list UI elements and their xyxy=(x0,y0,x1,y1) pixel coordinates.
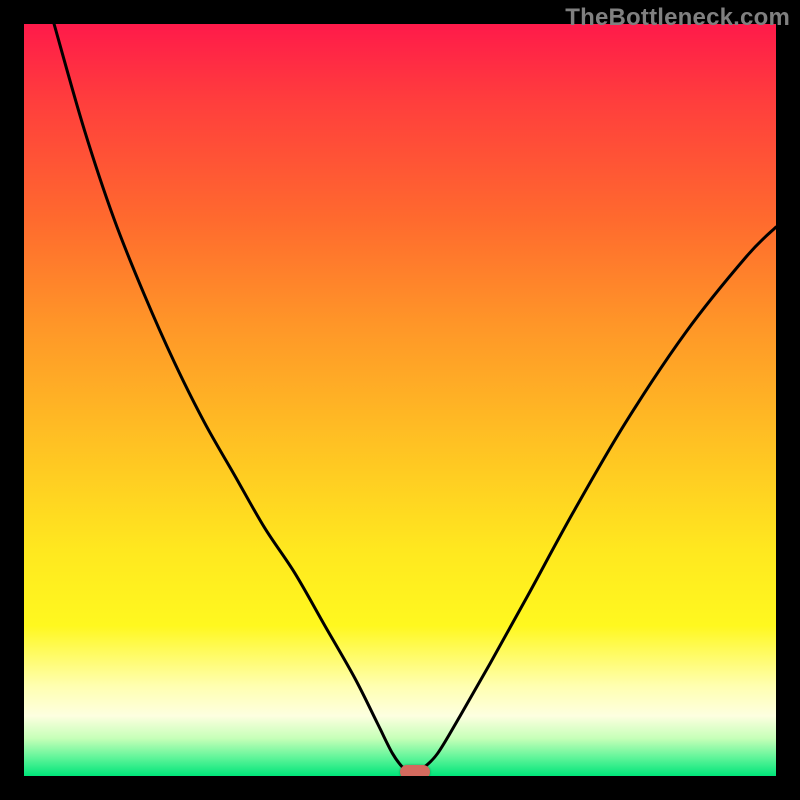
minimum-marker xyxy=(400,765,430,776)
plot-area xyxy=(24,24,776,776)
chart-frame: TheBottleneck.com xyxy=(0,0,800,800)
watermark-text: TheBottleneck.com xyxy=(565,4,790,32)
gradient-background xyxy=(24,24,776,776)
